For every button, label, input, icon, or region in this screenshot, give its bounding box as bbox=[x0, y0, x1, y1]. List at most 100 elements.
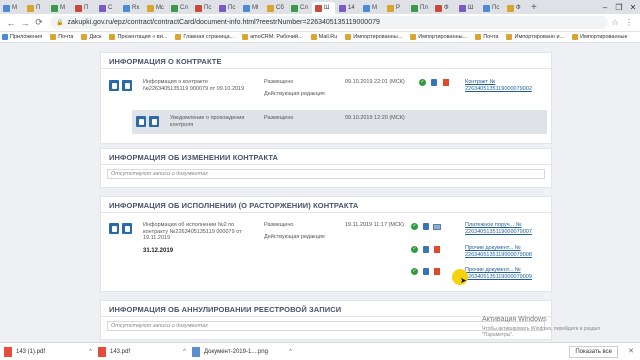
tab-favicon-icon bbox=[411, 4, 418, 12]
bookmark-label: Приложения bbox=[10, 34, 43, 40]
print-icon[interactable] bbox=[149, 116, 159, 127]
certificate-icon[interactable] bbox=[423, 223, 429, 230]
browser-tab[interactable]: Мc bbox=[144, 2, 167, 14]
bookmark-item[interactable]: Импортированны... bbox=[410, 34, 467, 40]
tab-label: Rх bbox=[132, 5, 140, 11]
close-window-button[interactable]: ✕ bbox=[626, 3, 640, 12]
tab-label: Ф bbox=[516, 5, 521, 11]
pdf-icon[interactable] bbox=[443, 79, 449, 86]
tab-label: Ш bbox=[468, 5, 474, 11]
tab-strip: М П М П С Rх Мc Сл Пс Пс Ml Сб Сл Ш 14 М Р Пл Ф Ш Пс Ф + – ❐ ✕ bbox=[0, 0, 640, 14]
bookmark-item[interactable]: Импортировано и... bbox=[506, 34, 564, 40]
contract-execution-title: ИНФОРМАЦИЯ ОБ ИСПОЛНЕНИИ (О РАСТОРЖЕНИИ)… bbox=[101, 197, 551, 213]
browser-tab[interactable]: М bbox=[48, 2, 71, 14]
browser-tab[interactable]: С bbox=[96, 2, 119, 14]
chevron-up-icon[interactable]: ^ bbox=[183, 349, 186, 355]
expand-icon[interactable] bbox=[109, 80, 119, 91]
browser-tab[interactable]: Пл bbox=[408, 2, 431, 14]
browser-tab[interactable]: П bbox=[72, 2, 95, 14]
download-item[interactable]: 143 (1).pdf ^ bbox=[4, 346, 92, 357]
browser-tab[interactable]: Сл bbox=[168, 2, 191, 14]
forward-icon[interactable]: → bbox=[18, 18, 32, 28]
execution-date: 31.12.2019 bbox=[143, 248, 174, 254]
browser-tab[interactable]: М bbox=[0, 2, 23, 14]
certificate-icon[interactable] bbox=[423, 246, 429, 253]
browser-tab[interactable]: Rх bbox=[120, 2, 143, 14]
minimize-button[interactable]: – bbox=[598, 3, 612, 12]
maximize-button[interactable]: ❐ bbox=[612, 3, 626, 12]
bookmark-item[interactable]: Импортированны... bbox=[345, 34, 402, 40]
browser-tab[interactable]: Сл bbox=[288, 2, 311, 14]
certificate-icon[interactable] bbox=[431, 79, 437, 86]
chevron-up-icon[interactable]: ^ bbox=[89, 349, 92, 355]
tab-label: Ф bbox=[444, 5, 449, 11]
bookmark-item[interactable]: Mail.Ru bbox=[310, 34, 337, 40]
browser-tab[interactable]: Ml bbox=[240, 2, 263, 14]
pdf-icon[interactable] bbox=[434, 246, 440, 253]
downloads-bar: 143 (1).pdf ^ 143.pdf ^ Документ-2019-1.… bbox=[0, 342, 640, 360]
print-icon[interactable] bbox=[122, 223, 132, 234]
tab-label: М bbox=[12, 5, 17, 11]
control-notice-row: Уведомление о прохождении контроля Разме… bbox=[132, 110, 547, 134]
tab-favicon-icon bbox=[459, 4, 466, 12]
close-icon[interactable]: ✕ bbox=[628, 347, 634, 355]
other-document-link-1[interactable]: Прочие документ... № 2263405135119000079… bbox=[465, 245, 545, 258]
browser-tab[interactable]: Ш bbox=[456, 2, 479, 14]
folder-icon bbox=[475, 34, 482, 40]
tab-label: Пс bbox=[492, 5, 500, 11]
bookmark-item[interactable]: Почта bbox=[50, 34, 73, 40]
tab-favicon-icon bbox=[51, 4, 58, 12]
image-file-icon[interactable] bbox=[433, 224, 441, 230]
payment-order-link[interactable]: Платежное поруч... № 2263405135119000079… bbox=[465, 222, 545, 235]
show-all-button[interactable]: Показать все bbox=[569, 345, 618, 358]
bookmark-item[interactable]: Диск bbox=[81, 34, 101, 40]
browser-tab[interactable]: Ф bbox=[432, 2, 455, 14]
reload-icon[interactable]: ⟳ bbox=[32, 17, 46, 28]
contract-link[interactable]: Контракт № 2263405135119000079002 bbox=[465, 79, 545, 92]
browser-tab[interactable]: Р bbox=[384, 2, 407, 14]
back-icon[interactable]: ← bbox=[4, 18, 18, 28]
bookmark-star-icon[interactable]: ☆ bbox=[608, 18, 622, 27]
menu-icon[interactable]: ⋮ bbox=[622, 18, 636, 27]
contract-info-card: ИНФОРМАЦИЯ О КОНТРАКТЕ Информация о конт… bbox=[100, 52, 552, 144]
bookmark-item[interactable]: Презентация « ви... bbox=[109, 34, 167, 40]
certificate-icon[interactable] bbox=[423, 268, 429, 275]
url-field[interactable]: 🔒 zakupki.gov.ru/epz/contract/contractCa… bbox=[50, 16, 608, 29]
browser-tab[interactable]: Пс bbox=[192, 2, 215, 14]
bookmark-label: amoCRM: Рабочий... bbox=[250, 34, 303, 40]
pdf-icon[interactable] bbox=[434, 268, 440, 275]
lock-icon: 🔒 bbox=[56, 20, 64, 26]
bookmarks-bar: Приложения Почта Диск Презентация « ви... Гл… bbox=[0, 32, 640, 43]
browser-tab[interactable]: Ф bbox=[504, 2, 527, 14]
tab-label: Ш bbox=[324, 5, 330, 11]
browser-tab[interactable]: 14 bbox=[336, 2, 359, 14]
expand-icon[interactable] bbox=[109, 223, 119, 234]
placed-date: 09.10.2019 22:01 (МСК) bbox=[345, 79, 405, 85]
expand-icon[interactable] bbox=[136, 116, 146, 127]
bookmark-item[interactable]: Почта bbox=[475, 34, 498, 40]
sub-doc-name: Уведомление о прохождении контроля bbox=[170, 115, 245, 128]
browser-tab[interactable]: П bbox=[24, 2, 47, 14]
browser-tab[interactable]: Сб bbox=[264, 2, 287, 14]
chevron-up-icon[interactable]: ^ bbox=[289, 349, 292, 355]
contract-change-card: ИНФОРМАЦИЯ ОБ ИЗМЕНЕНИИ КОНТРАКТА Отсутс… bbox=[100, 148, 552, 188]
bookmark-item[interactable]: Приложения bbox=[2, 34, 42, 40]
tab-label: Сб bbox=[276, 5, 284, 11]
download-item[interactable]: 143.pdf ^ bbox=[98, 346, 186, 357]
browser-tab[interactable]: Ш bbox=[312, 2, 335, 14]
tab-favicon-icon bbox=[267, 4, 274, 12]
folder-icon bbox=[81, 34, 88, 40]
tab-label: Пл bbox=[420, 5, 428, 11]
bookmark-item[interactable]: Главная страница... bbox=[175, 34, 234, 40]
browser-tab[interactable]: Пс bbox=[216, 2, 239, 14]
bookmark-item[interactable]: amoCRM: Рабочий... bbox=[242, 34, 303, 40]
browser-tab[interactable]: М bbox=[360, 2, 383, 14]
tab-favicon-icon bbox=[147, 4, 154, 12]
download-item[interactable]: Документ-2019-1....png ^ bbox=[192, 346, 292, 357]
browser-tab[interactable]: Пс bbox=[480, 2, 503, 14]
bookmark-item[interactable]: Импортированные bbox=[572, 34, 628, 40]
other-document-link-2[interactable]: Прочие документ... № 2263405135119000079… bbox=[465, 267, 545, 280]
tab-label: Пс bbox=[204, 5, 212, 11]
new-tab-button[interactable]: + bbox=[531, 2, 537, 14]
print-icon[interactable] bbox=[122, 80, 132, 91]
